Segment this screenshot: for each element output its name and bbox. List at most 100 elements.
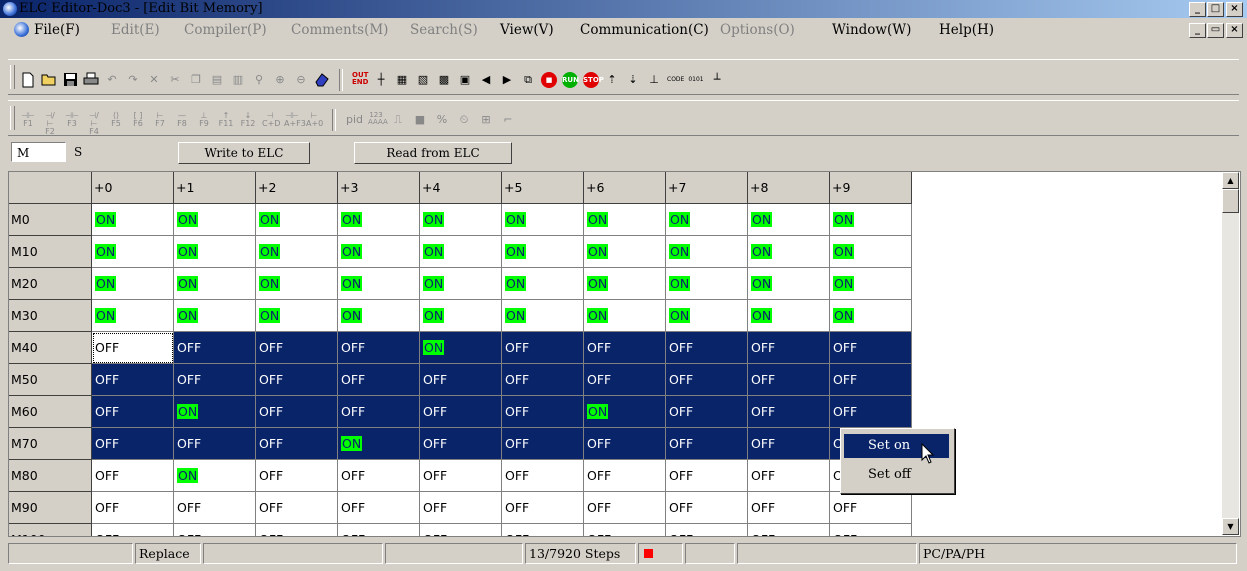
memory-cell[interactable]: OFF [665, 427, 748, 460]
menu-view[interactable]: View(V) [500, 22, 554, 38]
memory-cell[interactable]: ON [419, 331, 502, 364]
write-to-elc-button[interactable]: Write to ELC [178, 142, 310, 164]
memory-cell[interactable]: OFF [173, 331, 256, 364]
memory-cell[interactable]: ON [829, 267, 912, 300]
memory-cell[interactable]: OFF [419, 395, 502, 428]
memory-cell[interactable]: OFF [747, 491, 830, 524]
insert-rung-icon[interactable]: ⊢ A+0 [306, 112, 323, 128]
memory-cell[interactable]: ON [829, 203, 912, 236]
memory-cell[interactable]: ON [583, 267, 666, 300]
memory-cell[interactable]: OFF [501, 395, 584, 428]
memory-cell[interactable]: OFF [583, 427, 666, 460]
scroll-down-button[interactable]: ▼ [1222, 518, 1239, 535]
falling-edge-icon[interactable]: ↓ F12 [240, 112, 256, 128]
memory-cell[interactable]: ON [583, 395, 666, 428]
memory-cell[interactable]: OFF [337, 395, 420, 428]
memory-cell[interactable]: OFF [501, 523, 584, 536]
row-header[interactable]: M90 [9, 491, 92, 524]
memory-cell[interactable]: ON [829, 235, 912, 268]
memory-cell[interactable]: ON [583, 203, 666, 236]
paste-icon[interactable]: ▤ [209, 72, 225, 88]
memory-cell[interactable]: OFF [91, 491, 174, 524]
memory-cell[interactable]: OFF [747, 395, 830, 428]
delete-line-icon[interactable]: ⊣ C+D [262, 112, 280, 128]
memory-cell[interactable]: OFF [337, 363, 420, 396]
pid-icon[interactable]: pid [346, 112, 363, 128]
copy-icon[interactable]: ❐ [188, 72, 204, 88]
zoom-out-icon[interactable]: ⊖ [293, 72, 309, 88]
memory-cell[interactable]: OFF [337, 491, 420, 524]
menu-help[interactable]: Help(H) [939, 22, 994, 38]
toolbar-grip[interactable] [10, 106, 15, 130]
eraser-icon[interactable] [314, 72, 330, 88]
memory-cell[interactable]: OFF [829, 523, 912, 536]
find-icon[interactable]: ⚲ [251, 72, 267, 88]
memory-cell[interactable]: OFF [255, 331, 338, 364]
save-icon[interactable] [62, 72, 78, 88]
memory-cell[interactable]: ON [583, 235, 666, 268]
binary-icon[interactable]: 0101 [688, 72, 704, 88]
memory-cell[interactable]: OFF [91, 523, 174, 536]
memory-cell[interactable]: OFF [665, 523, 748, 536]
memory-cell[interactable]: OFF [665, 363, 748, 396]
scroll-thumb[interactable] [1222, 189, 1239, 213]
s-device-tab[interactable]: S [69, 142, 129, 162]
mdi-minimize-button[interactable]: _ [1189, 23, 1206, 38]
memory-cell[interactable]: ON [337, 235, 420, 268]
memory-cell[interactable]: OFF [337, 523, 420, 536]
memory-cell[interactable]: ON [173, 299, 256, 332]
cut-icon[interactable]: ✂ [167, 72, 183, 88]
memory-cell[interactable]: OFF [829, 331, 912, 364]
memory-cell[interactable]: OFF [255, 427, 338, 460]
close-button[interactable]: × [1226, 2, 1243, 17]
memory-cell[interactable]: OFF [255, 363, 338, 396]
upload-icon[interactable]: ⇡ [604, 72, 620, 88]
row-header[interactable]: M30 [9, 299, 92, 332]
memory-cell[interactable]: OFF [501, 427, 584, 460]
memory-cell[interactable]: OFF [419, 491, 502, 524]
memory-cell[interactable]: ON [173, 459, 256, 492]
document-icon[interactable] [14, 22, 29, 37]
memory-cell[interactable]: ON [665, 235, 748, 268]
out-end-icon[interactable]: OUT END [352, 72, 368, 88]
memory-cell[interactable]: ON [173, 203, 256, 236]
memory-cell[interactable]: ON [665, 299, 748, 332]
memory-cell[interactable]: OFF [419, 523, 502, 536]
menu-options[interactable]: Options(O) [720, 22, 795, 38]
memory-cell[interactable]: OFF [747, 363, 830, 396]
contact-nc-icon[interactable]: ⊣/⊢ F2 [42, 112, 58, 136]
memory-cell[interactable]: OFF [419, 427, 502, 460]
vertical-line-icon[interactable]: ⊢ F7 [152, 112, 168, 128]
run-green-icon[interactable]: RUN [562, 72, 579, 88]
line-delete-icon[interactable]: ⊥ F9 [196, 112, 212, 128]
read-from-elc-button[interactable]: Read from ELC [354, 142, 512, 164]
row-header[interactable]: M70 [9, 427, 92, 460]
m-device-tab[interactable]: M [11, 142, 66, 162]
memory-cell[interactable]: ON [419, 299, 502, 332]
counter-icon[interactable]: ⊞ [478, 112, 494, 128]
memory-cell[interactable]: ON [91, 267, 174, 300]
memory-cell[interactable]: ON [255, 299, 338, 332]
memory-cell[interactable]: ON [173, 267, 256, 300]
memory-cell[interactable]: OFF [583, 363, 666, 396]
paste-special-icon[interactable]: ▥ [230, 72, 246, 88]
horizontal-line-icon[interactable]: — F8 [174, 112, 190, 128]
memory-cell[interactable]: OFF [665, 395, 748, 428]
numeric-icon[interactable]: 123 AAAA [368, 112, 388, 128]
undo-icon[interactable]: ↶ [104, 72, 120, 88]
memory-cell[interactable]: ON [747, 235, 830, 268]
memory-cell[interactable]: OFF [91, 331, 174, 364]
output-coil-icon[interactable]: ⟨⟩ F5 [108, 112, 124, 128]
memory-cell[interactable]: OFF [665, 491, 748, 524]
memory-cell[interactable]: OFF [747, 427, 830, 460]
memory-cell[interactable]: OFF [255, 395, 338, 428]
memory-cell[interactable]: OFF [255, 523, 338, 536]
memory-cell[interactable]: OFF [91, 459, 174, 492]
open-file-icon[interactable] [41, 72, 57, 88]
memory-cell[interactable]: ON [173, 235, 256, 268]
memory-cell[interactable]: ON [337, 427, 420, 460]
memory-cell[interactable]: OFF [665, 459, 748, 492]
vertical-scrollbar[interactable]: ▲ ▼ [1222, 172, 1239, 535]
memory-cell[interactable]: ON [419, 235, 502, 268]
memory-cell[interactable]: OFF [419, 363, 502, 396]
